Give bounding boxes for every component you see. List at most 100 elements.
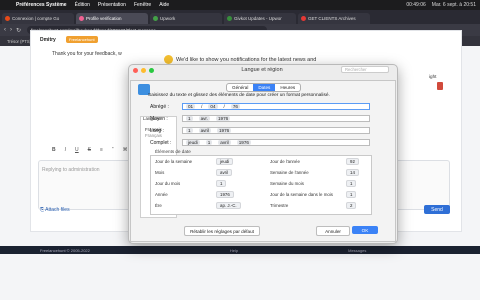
instruction-text: Saisissez du texte et glissez des élémen… bbox=[148, 93, 330, 98]
underline-button[interactable]: U bbox=[75, 147, 79, 153]
segmented-control: Général Dates Heures bbox=[226, 83, 302, 92]
row-label-abrege: Abrégé : bbox=[150, 104, 169, 110]
date-token[interactable]: 1976 bbox=[215, 116, 231, 121]
ok-button[interactable]: OK bbox=[352, 226, 378, 234]
element-label: Jour du mois bbox=[155, 181, 181, 186]
strike-button[interactable]: S bbox=[88, 147, 91, 153]
menu-window[interactable]: Fenêtre bbox=[134, 2, 151, 8]
element-label: Jour de l'année bbox=[270, 159, 300, 164]
tab-general[interactable]: Général bbox=[227, 84, 253, 91]
element-token[interactable]: avril bbox=[216, 169, 233, 176]
element-label: Jour de la semaine dans le mois bbox=[270, 192, 333, 197]
editor-toolbar: B I U S ≡ “ ⌘ bbox=[52, 147, 128, 153]
row-label-long: Long : bbox=[150, 128, 164, 134]
date-token[interactable]: 04 bbox=[208, 104, 218, 109]
date-token[interactable]: 1 bbox=[186, 116, 193, 121]
date-token[interactable]: 76 bbox=[230, 104, 240, 109]
element-token[interactable]: 1 bbox=[346, 191, 357, 198]
format-field-long[interactable]: 1 avril 1976 bbox=[182, 127, 370, 134]
menu-view[interactable]: Présentation bbox=[98, 2, 126, 8]
element-token[interactable]: 92 bbox=[346, 158, 359, 165]
date-token[interactable]: avr. bbox=[198, 116, 210, 121]
send-button[interactable]: Send bbox=[424, 205, 450, 214]
date-token[interactable]: 1 bbox=[186, 128, 193, 133]
tab-connexion[interactable]: Connexion | compte Go bbox=[2, 13, 74, 24]
format-field-moyen[interactable]: 1 avr. 1976 bbox=[182, 115, 370, 122]
tab-profile-verification[interactable]: Profile verification bbox=[76, 13, 148, 24]
format-field-abrege[interactable]: 01 / 04 / 76 bbox=[182, 103, 370, 110]
format-field-complet[interactable]: jeudi 1 avril 1976 bbox=[182, 139, 370, 146]
favicon-icon bbox=[5, 16, 10, 21]
date-token[interactable]: jeudi bbox=[186, 140, 200, 145]
row-label-complet: Complet : bbox=[150, 140, 172, 146]
status-timer: 00:49:06 bbox=[406, 2, 426, 8]
footer-messages-link[interactable]: Messages bbox=[348, 248, 366, 253]
notification-prompt: We'd like to show you notifications for … bbox=[176, 57, 317, 63]
element-label: Année bbox=[155, 192, 168, 197]
cancel-button[interactable]: Annuler bbox=[316, 226, 350, 236]
menu-help[interactable]: Aide bbox=[159, 2, 169, 8]
back-icon[interactable]: ‹ bbox=[4, 27, 6, 33]
tab-label: Connexion | compte Go bbox=[12, 16, 60, 21]
element-token[interactable]: 2 bbox=[346, 202, 357, 209]
date-token[interactable]: 1 bbox=[205, 140, 213, 145]
attach-label: Attach files bbox=[45, 207, 70, 213]
footer-help-link[interactable]: Help bbox=[230, 248, 238, 253]
element-token[interactable]: 1 bbox=[346, 180, 357, 187]
reply-placeholder: Replying to administration bbox=[42, 167, 100, 173]
date-token[interactable]: 1976 bbox=[236, 140, 251, 145]
user-badge: Freelancehunt bbox=[66, 36, 98, 43]
tab-heures[interactable]: Heures bbox=[275, 84, 300, 91]
avatar bbox=[437, 82, 443, 90]
date-token[interactable]: avril bbox=[198, 128, 211, 133]
tab-label: Upwork bbox=[160, 16, 176, 21]
element-label: Mois bbox=[155, 170, 165, 175]
bold-button[interactable]: B bbox=[52, 147, 56, 153]
page-footer: Freelancehunt © 2005-2022 Help Messages bbox=[0, 246, 480, 254]
element-label: Trimestre bbox=[270, 203, 289, 208]
element-label: Semaine du mois bbox=[270, 181, 304, 186]
separator: / bbox=[201, 104, 203, 109]
tab-label: Profile verification bbox=[86, 16, 122, 21]
date-elements-panel bbox=[150, 155, 372, 215]
quote-button[interactable]: “ bbox=[112, 147, 114, 153]
element-label: Ère bbox=[155, 203, 162, 208]
tab-label: GET CLIENTS Archives bbox=[308, 16, 356, 21]
italic-button[interactable]: I bbox=[65, 147, 66, 153]
menubar-clock: Mar. 6 sept. à 20:51 bbox=[431, 2, 476, 8]
element-label: Jour de la semaine bbox=[155, 159, 193, 164]
elements-title: Éléments de date bbox=[155, 149, 191, 154]
element-label: Semaine de l'année bbox=[270, 170, 309, 175]
chat-user-name[interactable]: Dmitry bbox=[40, 37, 56, 43]
element-token[interactable]: ap. J.-C. bbox=[216, 202, 241, 209]
tab-givkot[interactable]: Givkot Updates - Upwor bbox=[224, 13, 296, 24]
reset-defaults-button[interactable]: Rétablir les réglages par défaut bbox=[184, 226, 260, 236]
favicon-icon bbox=[153, 16, 158, 21]
date-token[interactable]: 1976 bbox=[217, 128, 232, 133]
element-token[interactable]: jeudi bbox=[216, 158, 234, 165]
separator: / bbox=[223, 104, 225, 109]
reload-icon[interactable]: ↻ bbox=[16, 27, 21, 34]
macos-menubar: Préférences Système Édition Présentation… bbox=[0, 0, 480, 10]
element-token[interactable]: 14 bbox=[346, 169, 359, 176]
chat-message: Thank you for your feedback, w bbox=[52, 51, 122, 57]
search-input[interactable]: Rechercher bbox=[341, 66, 389, 73]
date-token[interactable]: avril bbox=[218, 140, 231, 145]
element-token[interactable]: 1 bbox=[216, 180, 227, 187]
tab-dates[interactable]: Dates bbox=[253, 84, 276, 91]
date-token[interactable]: 01 bbox=[186, 104, 196, 109]
attach-files-link[interactable]: ⎘ Attach files bbox=[40, 207, 70, 213]
element-token[interactable]: 1976 bbox=[216, 191, 234, 198]
favicon-icon bbox=[227, 16, 232, 21]
forward-icon[interactable]: › bbox=[10, 27, 12, 33]
favicon-icon bbox=[79, 16, 84, 21]
code-button[interactable]: ⌘ bbox=[123, 147, 128, 153]
tab-get-clients[interactable]: GET CLIENTS Archives bbox=[298, 13, 370, 24]
list-button[interactable]: ≡ bbox=[100, 147, 103, 153]
right-label: ight bbox=[429, 74, 437, 79]
browser-tab-strip: Connexion | compte Go Profile verificati… bbox=[0, 10, 480, 24]
tab-upwork[interactable]: Upwork bbox=[150, 13, 222, 24]
menu-app-name[interactable]: Préférences Système bbox=[16, 2, 67, 8]
menu-edit[interactable]: Édition bbox=[75, 2, 90, 8]
bookmark-item[interactable]: Trésor (PTS) bbox=[7, 39, 31, 44]
